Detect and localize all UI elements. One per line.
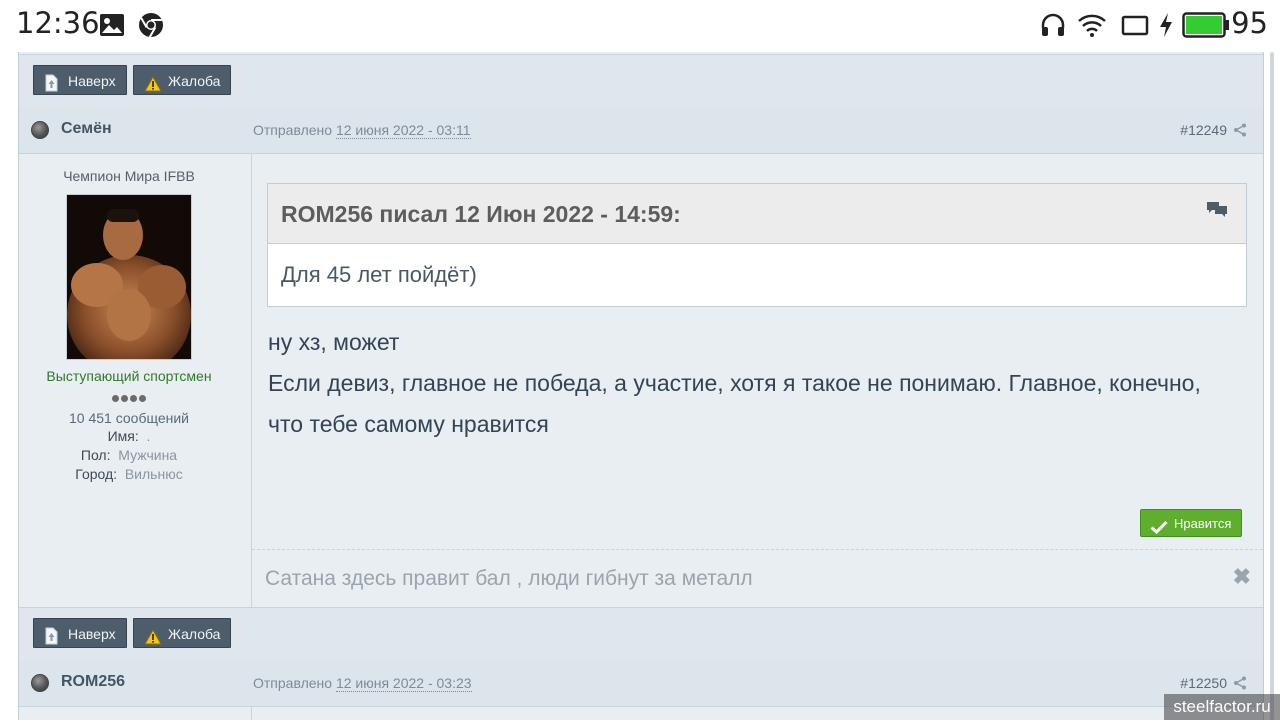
quote-citation: ROM256 писал 12 Июн 2022 - 14:59: (281, 201, 681, 227)
close-icon[interactable]: ✖ (1233, 564, 1251, 590)
sent-date: 12 июня 2022 - 03:11 (335, 122, 471, 139)
to-top-button[interactable]: Наверх (33, 65, 127, 95)
charging-icon (1158, 12, 1174, 43)
next-post-author-link[interactable]: ROM256 (61, 673, 125, 691)
post-content: ну хз, может Если девиз, главное не побе… (268, 322, 1238, 445)
message-count: 10 451 сообщений (69, 410, 189, 426)
image-icon (99, 13, 125, 42)
sent-label: Отправлено (253, 675, 333, 691)
next-post-header: ROM256 Отправлено 12 июня 2022 - 03:23 #… (19, 660, 1263, 707)
to-top-label: Наверх (68, 626, 116, 642)
up-arrow-icon (44, 625, 60, 645)
speech-bubbles-icon[interactable] (1206, 200, 1228, 223)
post-author-link[interactable]: Семён (61, 120, 112, 138)
author-gender-row: Пол: Мужчина (80, 447, 178, 463)
battery-percent: 95 (1231, 6, 1268, 40)
post-date: Отправлено 12 июня 2022 - 03:11 (253, 122, 471, 139)
next-post-body (19, 707, 1263, 720)
sent-date: 12 июня 2022 - 03:23 (335, 675, 472, 692)
quote-text: Для 45 лет пойдёт) (281, 262, 477, 287)
sent-label: Отправлено (253, 122, 333, 138)
offline-status-icon (31, 674, 49, 692)
author-title: Чемпион Мира IFBB (63, 168, 195, 184)
complain-label: Жалоба (168, 626, 221, 642)
complain-button[interactable]: Жалоба (133, 618, 231, 648)
post-number-link[interactable]: #12249 (1180, 122, 1227, 138)
post-actions-top: Наверх Жалоба (19, 54, 1263, 108)
like-label: Нравится (1174, 516, 1232, 531)
quote-header: ROM256 писал 12 Июн 2022 - 14:59: (268, 184, 1246, 244)
to-top-label: Наверх (68, 73, 116, 89)
offline-status-icon (31, 121, 49, 139)
headphones-icon (1040, 12, 1066, 43)
quote-block: ROM256 писал 12 Июн 2022 - 14:59: Для 45… (267, 183, 1247, 307)
next-post-date: Отправлено 12 июня 2022 - 03:23 (253, 675, 472, 692)
forum-view: Наверх Жалоба Семён Отправлено 12 июня 2… (0, 52, 1280, 720)
author-rank: Выступающий спортсмен (46, 368, 212, 384)
clock: 12:36 (16, 6, 100, 40)
author-avatar[interactable] (66, 194, 192, 360)
warning-icon (144, 72, 162, 92)
share-icon[interactable] (1233, 676, 1247, 695)
checkmark-icon (1150, 516, 1168, 544)
status-bar: 12:36 95 (0, 0, 1280, 52)
post-body: ROM256 писал 12 Июн 2022 - 14:59: Для 45… (252, 154, 1263, 611)
complain-button[interactable]: Жалоба (133, 65, 231, 95)
like-button[interactable]: Нравится (1140, 509, 1243, 537)
author-name-row: Имя: . (107, 428, 151, 444)
cast-icon (1121, 14, 1149, 41)
post-text-line-1: ну хз, может (268, 329, 400, 355)
signature: Сатана здесь правит бал , люди гибнут за… (252, 549, 1263, 611)
chrome-icon (138, 12, 164, 43)
complain-label: Жалоба (168, 73, 221, 89)
author-info: Чемпион Мира IFBB Выступающий спортсмен … (19, 154, 252, 610)
signature-text: Сатана здесь правит бал , люди гибнут за… (265, 567, 753, 590)
posts-frame: Наверх Жалоба Семён Отправлено 12 июня 2… (18, 52, 1264, 720)
site-watermark: steelfactor.ru (1164, 694, 1280, 720)
post-actions-bottom: Наверх Жалоба (19, 607, 1263, 661)
post-header: Семён Отправлено 12 июня 2022 - 03:11 #1… (19, 107, 1263, 154)
scrollbar[interactable] (1270, 52, 1274, 720)
battery-icon (1182, 11, 1230, 44)
up-arrow-icon (44, 72, 60, 92)
share-icon[interactable] (1233, 123, 1247, 142)
warning-icon (144, 625, 162, 645)
wifi-icon (1077, 12, 1107, 43)
rank-pips (19, 389, 239, 407)
next-post-number-link[interactable]: #12250 (1180, 675, 1227, 691)
author-city-row: Город: Вильнюс (75, 466, 183, 482)
to-top-button[interactable]: Наверх (33, 618, 127, 648)
post-text-line-2: Если девиз, главное не победа, а участие… (268, 370, 1201, 437)
